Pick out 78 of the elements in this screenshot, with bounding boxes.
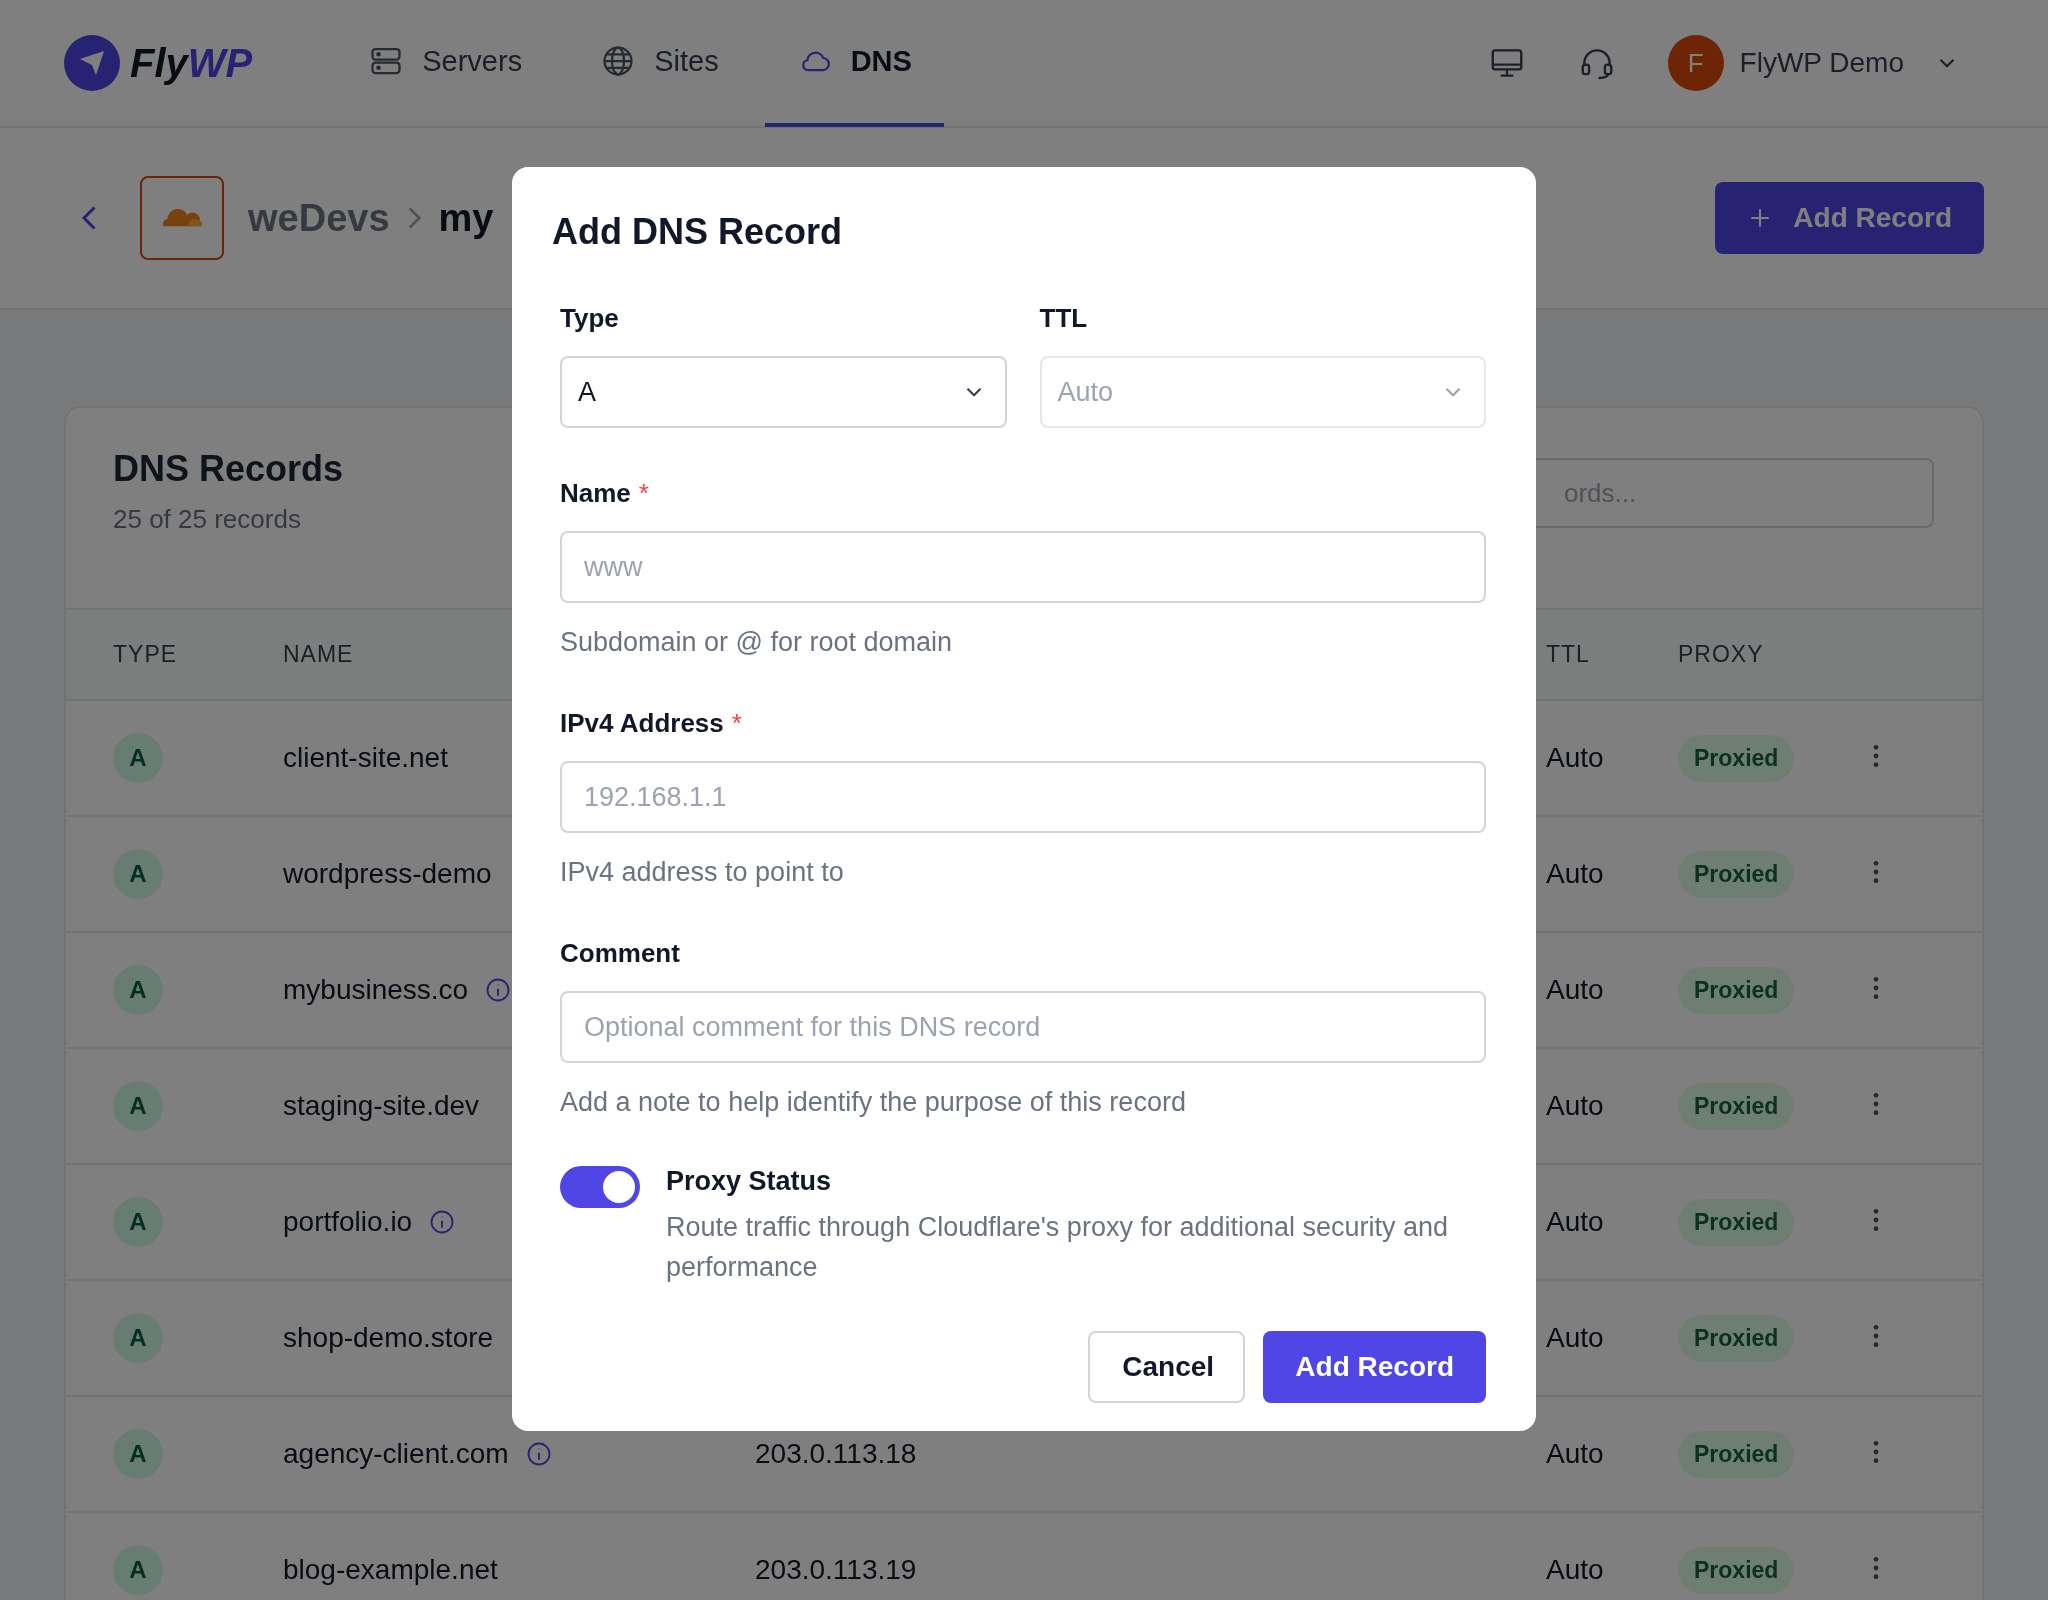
record-ttl: Auto [1546,858,1604,889]
record-content: 203.0.113.18 [755,1438,917,1469]
type-badge: A [113,1545,163,1595]
column-header: NAME [283,641,354,668]
column-header: TTL [1546,641,1590,668]
proxy-badge: Proxied [1678,1546,1795,1594]
cancel-button[interactable]: Cancel [1088,1331,1246,1403]
record-name: staging-site.dev [283,1090,480,1122]
more-icon[interactable] [1872,1207,1880,1233]
proxy-toggle[interactable] [560,1166,640,1208]
record-name: mybusiness.co [283,974,469,1006]
record-count: 25 of 25 records [113,504,302,535]
more-icon[interactable] [1872,1555,1880,1581]
proxy-badge: Proxied [1678,1082,1795,1130]
more-icon[interactable] [1872,859,1880,885]
more-icon[interactable] [1872,743,1880,769]
required-mark: * [731,708,742,739]
field-label: Type [560,303,620,334]
input-field[interactable]: www [560,531,1486,603]
record-ttl: Auto [1546,742,1604,773]
help-text: Subdomain or @ for root domain [560,627,954,658]
column-header: PROXY [1678,641,1764,668]
submit-button[interactable]: Add Record [1263,1331,1486,1403]
type-badge: A [113,1313,163,1363]
proxy-badge: Proxied [1678,850,1795,898]
help-text: IPv4 address to point to [560,857,845,888]
type-badge: A [113,965,163,1015]
more-icon[interactable] [1872,1323,1880,1349]
type-badge: A [113,1429,163,1479]
record-ttl: Auto [1546,1554,1604,1585]
logo-icon [64,35,120,91]
logo-text[interactable]: FlyWP [130,40,253,86]
toggle-label: Proxy Status [666,1166,833,1197]
user-menu[interactable]: F FlyWP Demo [1667,35,1960,91]
record-name: client-site.net [283,742,448,774]
field-label: TTL [1039,303,1089,334]
nav-tab[interactable]: Servers [336,0,555,127]
proxy-badge: Proxied [1678,966,1795,1014]
card-title: DNS Records [113,448,344,490]
record-name: wordpress-demo [283,858,492,890]
record-ttl: Auto [1546,974,1604,1005]
more-icon[interactable] [1872,1091,1880,1117]
proxy-badge: Proxied [1678,734,1795,782]
dialog-title: Add DNS Record [552,211,844,253]
type-badge: A [113,1081,163,1131]
input-field[interactable]: Optional comment for this DNS record [560,991,1486,1063]
more-icon[interactable] [1872,1439,1880,1465]
record-content: 203.0.113.19 [755,1554,917,1585]
user-avatar: F [1667,35,1724,91]
record-name: portfolio.io [283,1206,413,1238]
record-name: blog-example.net [283,1554,498,1586]
add-record-button[interactable]: Add Record [1715,182,1984,254]
column-header: TYPE [113,641,178,668]
proxy-badge: Proxied [1678,1430,1795,1478]
record-ttl: Auto [1546,1206,1604,1237]
select-field[interactable]: A [560,356,1007,428]
record-ttl: Auto [1546,1438,1604,1469]
record-name: shop-demo.store [283,1322,494,1354]
required-mark: * [638,478,649,509]
help-text: Add a note to help identify the purpose of this record [560,1087,1187,1118]
proxy-badge: Proxied [1678,1198,1795,1246]
breadcrumb-link[interactable]: my [438,196,494,240]
record-name: agency-client.com [283,1438,509,1470]
type-badge: A [113,733,163,783]
field-label: Comment [560,938,680,969]
field-label: Name [560,478,631,509]
record-ttl: Auto [1546,1090,1604,1121]
breadcrumb-link[interactable]: weDevs [248,196,390,240]
type-badge: A [113,849,163,899]
more-icon[interactable] [1872,975,1880,1001]
chevron-right-icon [407,207,421,229]
type-badge: A [113,1197,163,1247]
record-ttl: Auto [1546,1322,1604,1353]
proxy-badge: Proxied [1678,1314,1795,1362]
toggle-description: Route traffic through Cloudflare's proxy for additional security and performance [666,1211,1450,1284]
field-label: IPv4 Address [560,708,724,739]
input-field[interactable]: 192.168.1.1 [560,761,1486,833]
nav-tab[interactable]: Sites [568,0,751,127]
